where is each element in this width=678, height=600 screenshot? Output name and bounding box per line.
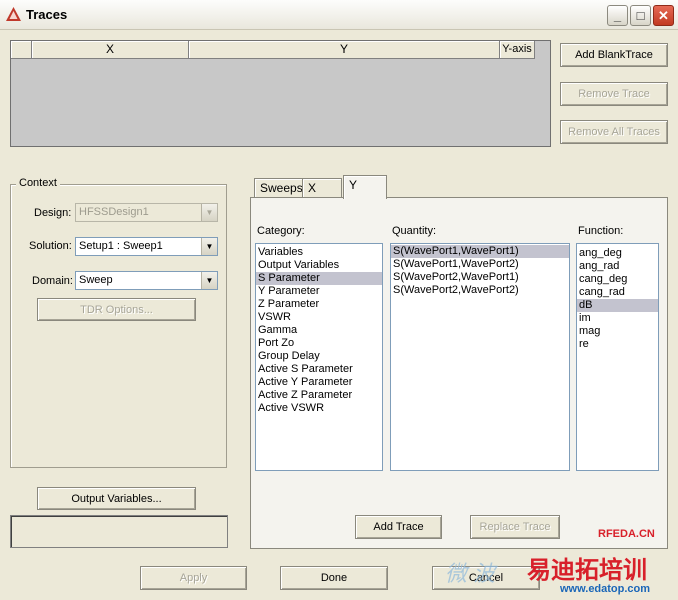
trace-table[interactable]: X Y Y-axis [10,40,551,147]
add-blank-trace-button[interactable]: Add BlankTrace [560,43,668,67]
domain-value: Sweep [79,274,113,286]
list-item[interactable]: dB [577,299,658,312]
column-header-y-axis[interactable]: Y-axis [500,41,535,59]
function-label: Function: [578,225,624,237]
solution-value: Setup1 : Sweep1 [79,240,163,252]
tab-sweeps[interactable]: Sweeps [254,178,309,198]
tdr-options-button[interactable]: TDR Options... [37,298,196,321]
watermark-url: www.edatop.com [560,583,651,595]
list-item[interactable]: im [577,312,658,325]
list-item[interactable]: Active Y Parameter [256,376,382,389]
window-title: Traces [26,7,68,22]
context-group [10,184,227,468]
chevron-down-icon[interactable]: ▼ [201,204,217,221]
list-item[interactable]: Active S Parameter [256,363,382,376]
list-item[interactable]: ang_rad [577,260,658,273]
category-list[interactable]: Variables Output Variables S Parameter Y… [255,243,383,471]
add-trace-button[interactable]: Add Trace [355,515,442,539]
table-row-header-corner [11,41,32,59]
column-header-x[interactable]: X [32,41,189,59]
watermark-faint-text: 微 波 [445,561,496,586]
list-item[interactable]: Active VSWR [256,402,382,415]
design-value: HFSSDesign1 [79,206,149,218]
chevron-down-icon[interactable]: ▼ [201,272,217,289]
minimize-button[interactable]: _ [607,5,628,26]
output-variables-button[interactable]: Output Variables... [37,487,196,510]
quantity-label: Quantity: [392,225,437,237]
remove-all-traces-button[interactable]: Remove All Traces [560,120,668,144]
maximize-button[interactable]: □ [630,5,651,26]
title-bar [0,0,678,30]
category-label: Category: [257,225,305,237]
done-button[interactable]: Done [280,566,388,590]
solution-combo[interactable]: Setup1 : Sweep1 ▼ [75,237,218,256]
domain-label: Domain: [32,275,73,287]
list-item[interactable]: Group Delay [256,350,382,363]
list-item[interactable]: Active Z Parameter [256,389,382,402]
list-item[interactable]: Port Zo [256,337,382,350]
list-item[interactable]: cang_rad [577,286,658,299]
solution-label: Solution: [29,240,72,252]
list-item[interactable]: Output Variables [256,259,382,272]
column-header-y[interactable]: Y [189,41,500,59]
list-item[interactable]: S(WavePort2,WavePort1) [391,271,569,284]
list-item[interactable]: Gamma [256,324,382,337]
remove-trace-button[interactable]: Remove Trace [560,82,668,106]
list-item[interactable]: S(WavePort1,WavePort1) [391,245,569,258]
tab-y[interactable]: Y [343,175,387,199]
domain-combo[interactable]: Sweep ▼ [75,271,218,290]
list-item[interactable]: cang_deg [577,273,658,286]
tab-x[interactable]: X [302,178,342,198]
watermark-brand: RFEDA.CN [598,528,655,540]
chevron-down-icon[interactable]: ▼ [201,238,217,255]
list-item[interactable]: VSWR [256,311,382,324]
replace-trace-button[interactable]: Replace Trace [470,515,560,539]
context-group-label: Context [16,177,60,189]
app-triangle-icon [6,7,21,21]
list-item[interactable]: S(WavePort2,WavePort2) [391,284,569,297]
list-item[interactable]: Variables [256,246,382,259]
watermark-chinese: 易迪拓培训 [527,557,647,584]
list-item[interactable]: mag [577,325,658,338]
design-label: Design: [34,207,72,219]
close-button[interactable]: ✕ [653,5,674,26]
list-item[interactable]: re [577,338,658,351]
list-item[interactable]: S Parameter [256,272,382,285]
design-combo[interactable]: HFSSDesign1 ▼ [75,203,218,222]
apply-button[interactable]: Apply [140,566,247,590]
quantity-list[interactable]: S(WavePort1,WavePort1) S(WavePort1,WaveP… [390,243,570,471]
list-item[interactable]: S(WavePort1,WavePort2) [391,258,569,271]
list-item[interactable]: Y Parameter [256,285,382,298]
function-list[interactable]: ang_deg ang_rad cang_deg cang_rad dB im … [576,243,659,471]
list-item[interactable]: ang_deg [577,247,658,260]
list-item[interactable]: Z Parameter [256,298,382,311]
status-box [10,515,228,548]
